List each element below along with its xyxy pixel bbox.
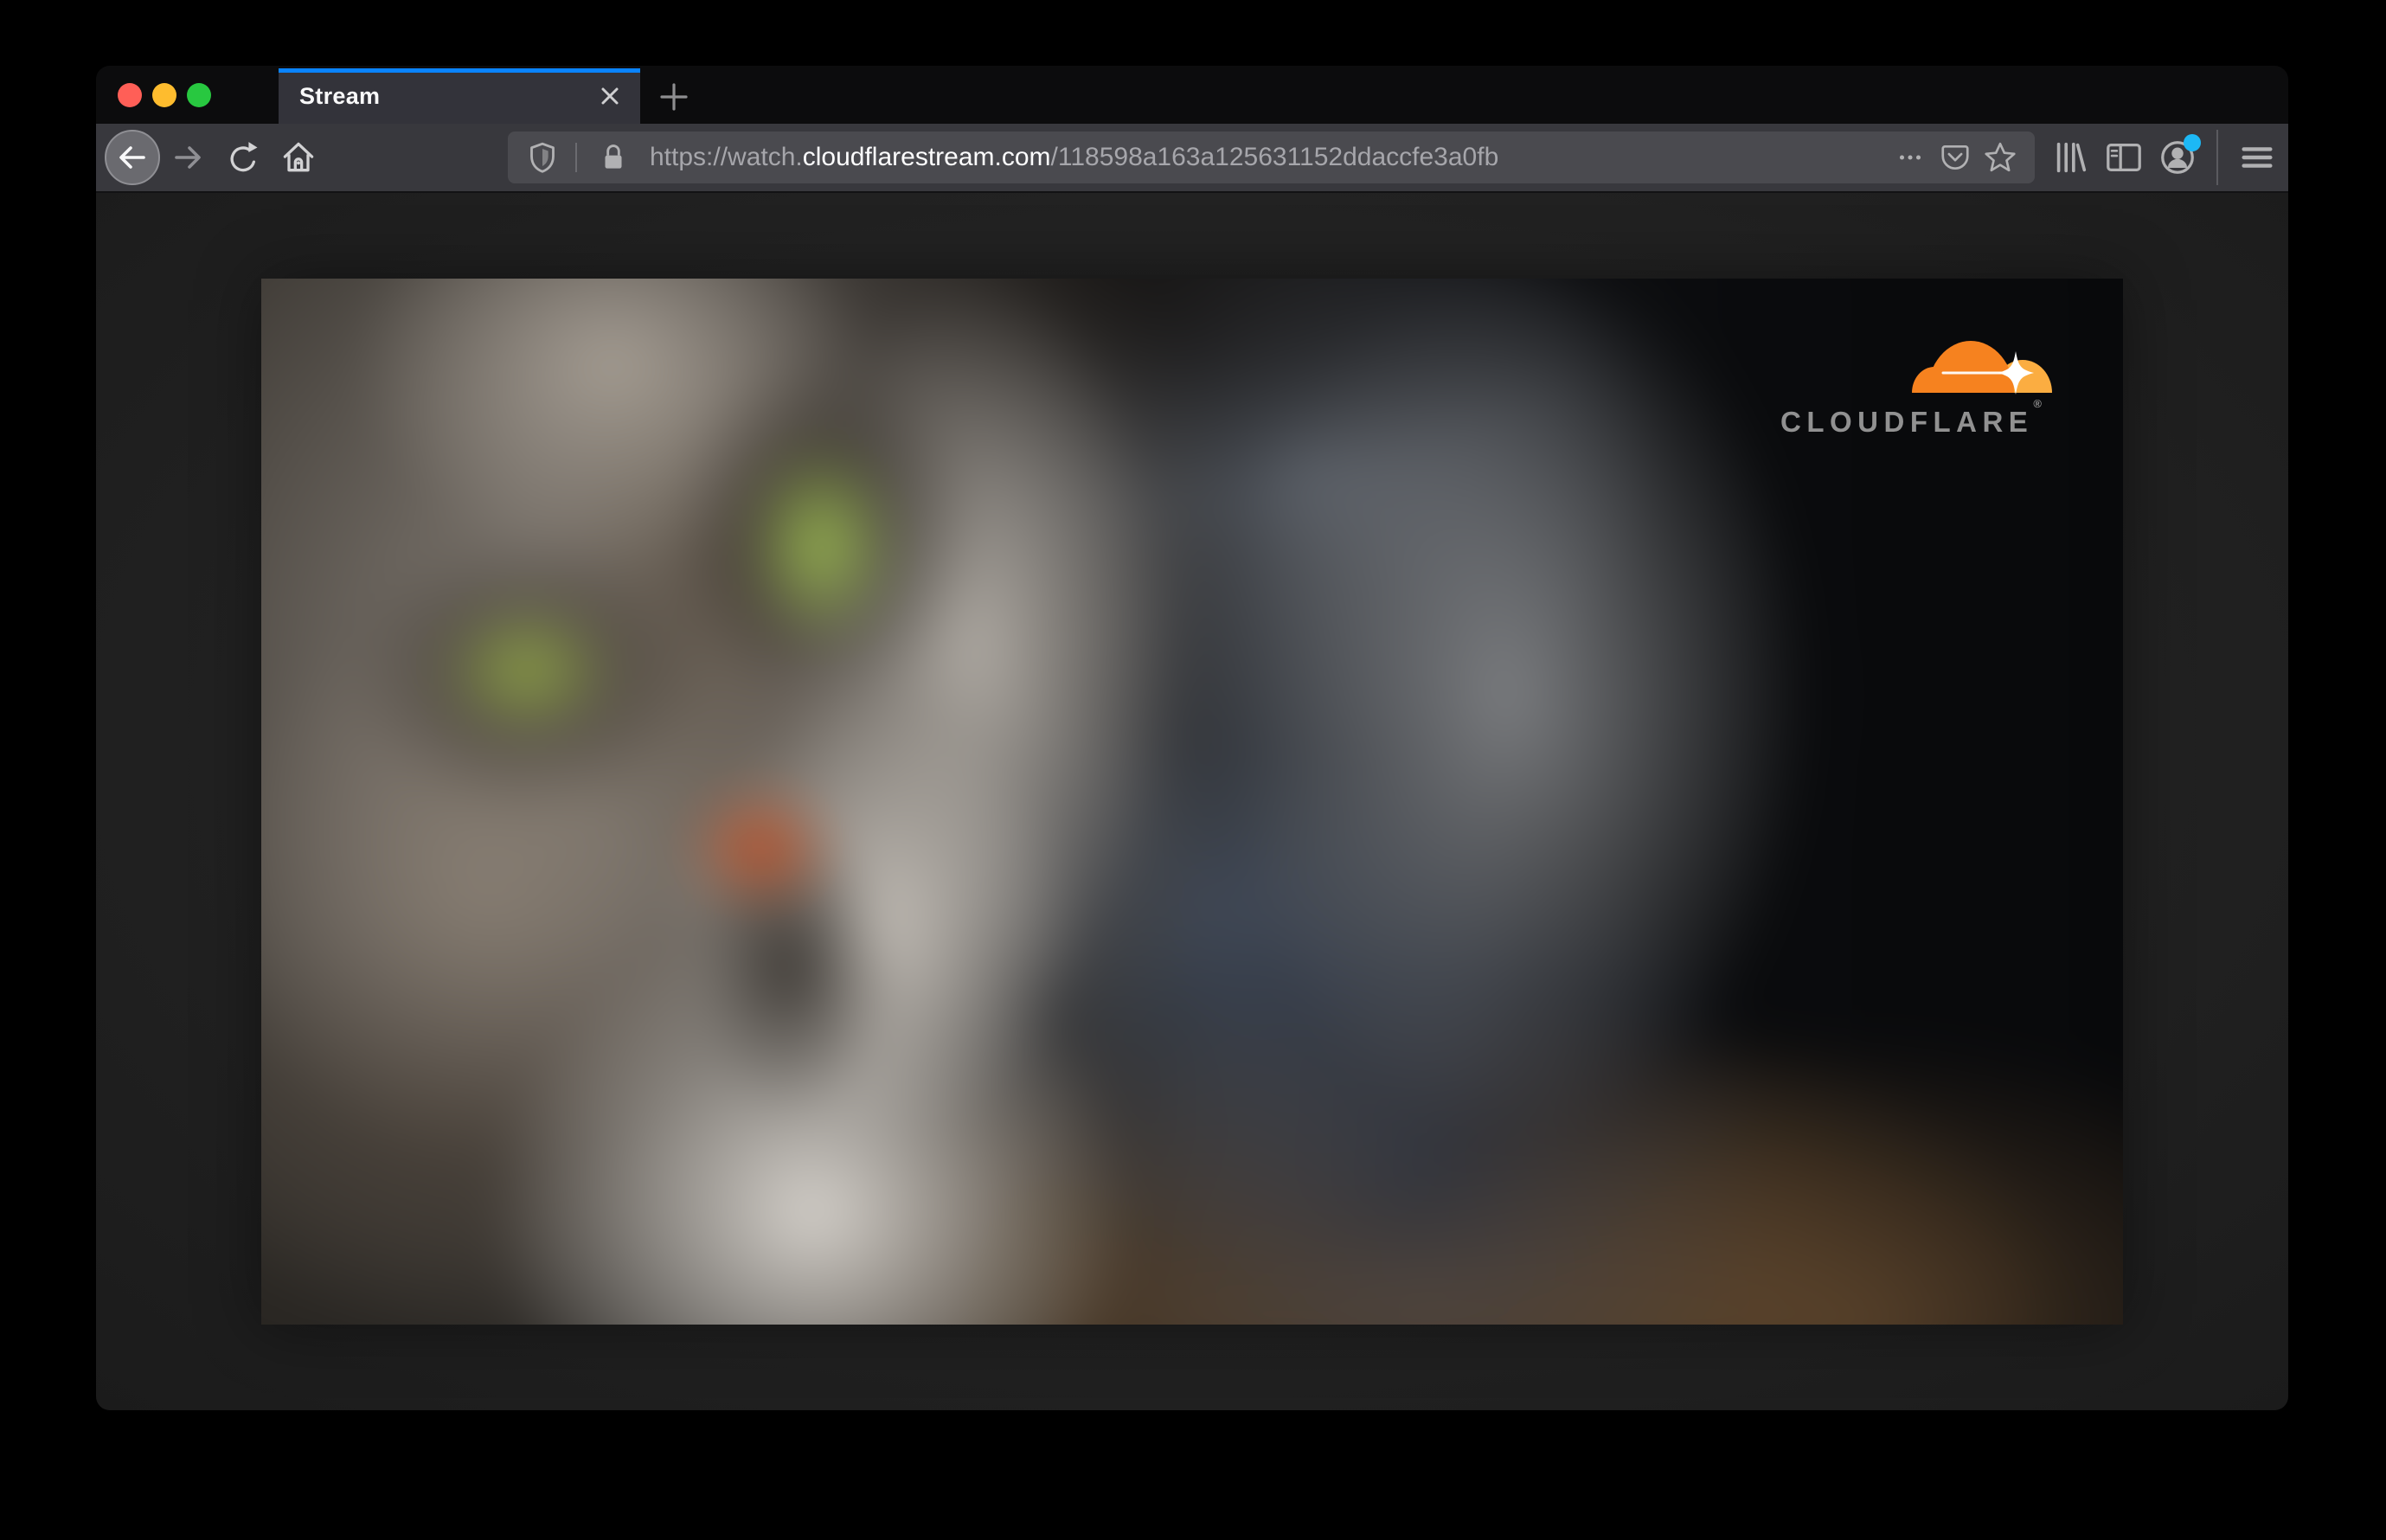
ellipsis-icon	[1899, 155, 1921, 160]
back-arrow-icon	[119, 146, 145, 169]
library-icon	[2056, 142, 2087, 173]
close-tab-icon[interactable]	[595, 81, 625, 111]
cloudflare-logo: CLOUDFLARE®	[1780, 310, 2071, 436]
new-tab-button[interactable]	[655, 78, 693, 116]
reload-icon	[230, 142, 258, 172]
sidebar-icon	[2107, 143, 2141, 172]
library-button[interactable]	[2043, 131, 2097, 184]
cloudflare-cloud-icon	[1912, 341, 2052, 395]
lock-icon[interactable]	[591, 135, 636, 180]
hamburger-menu-icon	[2242, 147, 2273, 168]
url-scheme: https://watch.	[650, 143, 803, 171]
forward-button[interactable]	[160, 130, 215, 185]
menu-button[interactable]	[2230, 131, 2284, 184]
browser-window: Stream https://watch.cloudflarestream.co…	[96, 66, 2288, 1410]
navigation-toolbar: https://watch.cloudflarestream.com/11859…	[96, 124, 2288, 193]
tab-title: Stream	[299, 82, 381, 109]
reload-button[interactable]	[215, 130, 271, 185]
page-actions-button[interactable]	[1888, 135, 1933, 180]
url-path: /118598a163a125631152ddaccfe3a0fb	[1050, 143, 1499, 171]
minimize-window-button[interactable]	[152, 83, 176, 107]
home-icon	[283, 142, 314, 172]
urlbar-divider	[575, 143, 577, 172]
url-domain: cloudflarestream.com	[802, 143, 1051, 171]
account-button[interactable]	[2151, 131, 2204, 184]
toolbar-divider	[2216, 130, 2218, 185]
save-to-pocket-button[interactable]	[1933, 135, 1978, 180]
traffic-lights	[118, 83, 211, 107]
sidebar-button[interactable]	[2097, 131, 2151, 184]
cloudflare-wordmark: CLOUDFLARE®	[1780, 397, 2042, 438]
back-button[interactable]	[105, 130, 160, 185]
url-bar[interactable]: https://watch.cloudflarestream.com/11859…	[508, 132, 2035, 183]
tab-stream[interactable]: Stream	[279, 68, 640, 124]
page-content: CLOUDFLARE®	[96, 193, 2288, 1410]
forward-arrow-icon	[175, 146, 201, 169]
tab-bar: Stream	[96, 66, 2288, 124]
plus-icon	[660, 83, 688, 111]
star-icon	[1985, 142, 2016, 172]
tracking-protection-button[interactable]	[520, 135, 565, 180]
url-text[interactable]: https://watch.cloudflarestream.com/11859…	[650, 143, 1888, 172]
close-window-button[interactable]	[118, 83, 142, 107]
video-player[interactable]: CLOUDFLARE®	[261, 279, 2123, 1325]
zoom-window-button[interactable]	[187, 83, 211, 107]
home-button[interactable]	[271, 130, 326, 185]
account-notification-dot	[2184, 134, 2201, 151]
pocket-icon	[1941, 144, 1969, 170]
shield-icon	[530, 142, 555, 173]
bookmark-star-button[interactable]	[1978, 135, 2023, 180]
